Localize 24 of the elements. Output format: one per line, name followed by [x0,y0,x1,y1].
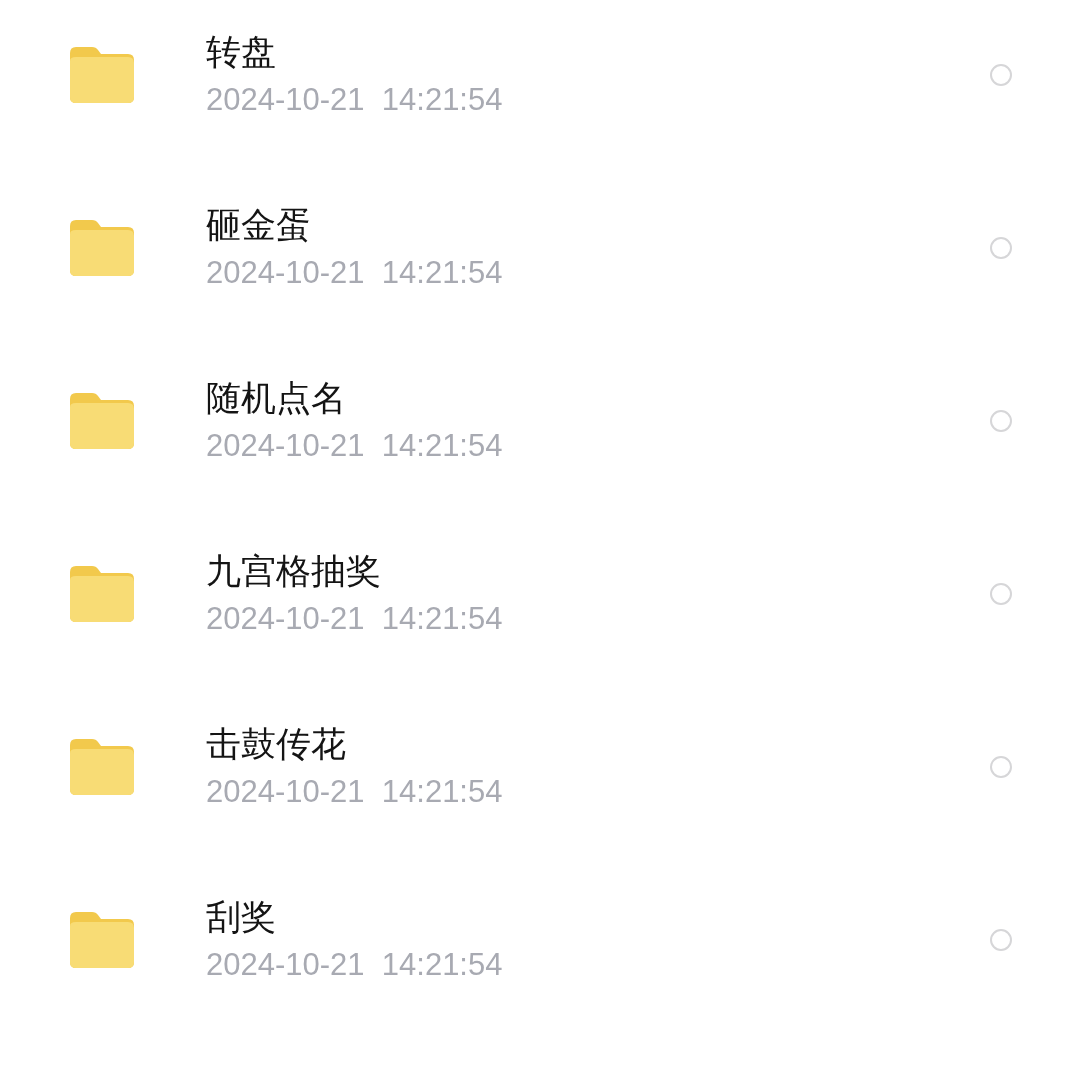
folder-name: 转盘 [206,30,277,74]
modified-date: 2024-10-21 14:21:54 [206,772,504,811]
folder-icon [70,738,134,795]
select-radio[interactable] [990,409,1012,432]
folder-icon [70,911,134,968]
folder-icon [70,392,134,449]
folder-name: 随机点名 [206,376,347,420]
folder-name: 刮奖 [206,895,277,939]
select-radio[interactable] [990,928,1012,951]
select-radio[interactable] [990,63,1012,86]
folder-name: 砸金蛋 [206,203,312,247]
select-radio[interactable] [990,755,1012,778]
modified-date: 2024-10-21 14:21:54 [206,80,504,119]
folder-icon [70,565,134,622]
folder-icon [70,46,134,103]
modified-date: 2024-10-21 14:21:54 [206,599,504,638]
modified-date: 2024-10-21 14:21:54 [206,945,504,984]
select-radio[interactable] [990,236,1012,259]
modified-date: 2024-10-21 14:21:54 [206,253,504,292]
folder-name: 击鼓传花 [206,722,347,766]
select-radio[interactable] [990,582,1012,605]
modified-date: 2024-10-21 14:21:54 [206,426,504,465]
folder-icon [70,219,134,276]
folder-name: 九宫格抽奖 [206,549,382,593]
